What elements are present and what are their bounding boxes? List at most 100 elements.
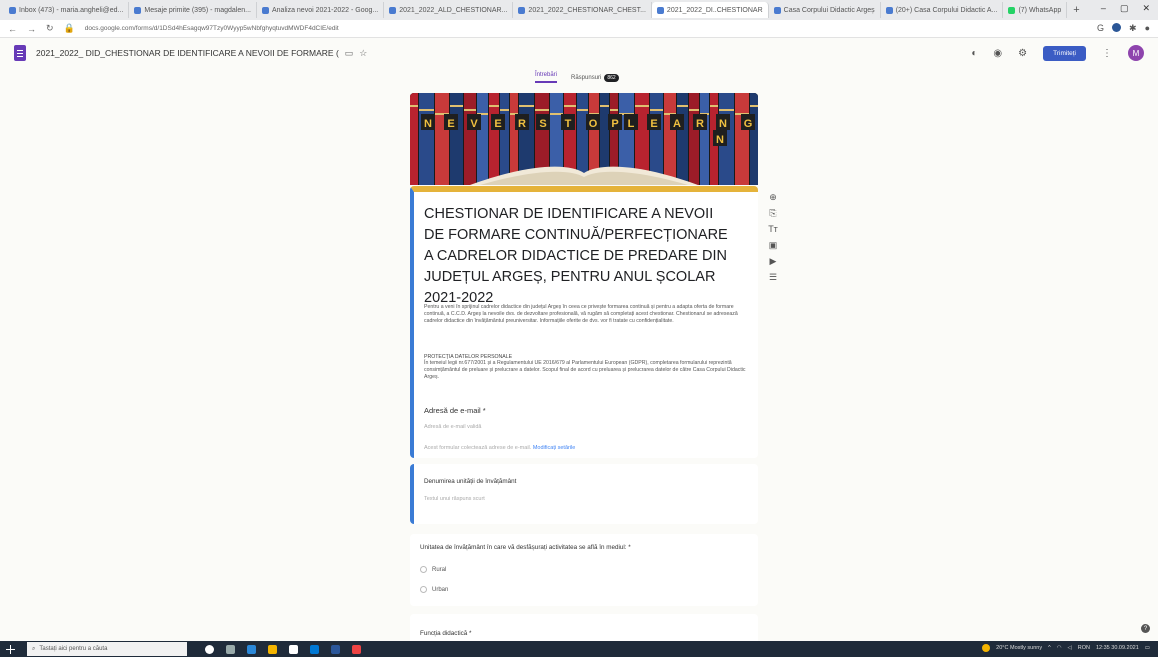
banner-book-band: [677, 105, 688, 107]
url-field[interactable]: docs.google.com/forms/d/1DSd4hEsagqw97Tz…: [85, 25, 1087, 32]
network-icon[interactable]: ◠: [1057, 645, 1062, 651]
preview-icon[interactable]: ◉: [993, 48, 1002, 59]
question-card[interactable]: Denumirea unității de învățământ Textul …: [410, 464, 758, 524]
banner-book-spine: [464, 93, 476, 185]
mail-app-icon[interactable]: [310, 644, 319, 654]
browser-tab[interactable]: 2021_2022_ALD_CHESTIONAR...: [384, 2, 514, 18]
browser-tab[interactable]: (20+) Casa Corpului Didactic A...: [881, 2, 1004, 18]
header-actions: ◐ ◉ ⚙ Trimiteți ⋮ M: [971, 45, 1144, 61]
banner-book-spine: [689, 93, 699, 185]
form-header-card[interactable]: CHESTIONAR DE IDENTIFICARE A NEVOII DE F…: [410, 186, 758, 458]
forms-logo-icon[interactable]: [14, 45, 26, 61]
lock-icon: 🔒: [63, 23, 75, 33]
help-icon[interactable]: ?: [1141, 624, 1150, 633]
site-icon: [773, 6, 781, 14]
banner-book-spine: [664, 93, 676, 185]
add-question-icon[interactable]: ⊕: [769, 192, 777, 202]
question-title[interactable]: Unitatea de învățământ în care vă desfăș…: [420, 544, 631, 551]
browser-tab[interactable]: Casa Corpului Didactic Argeș: [769, 2, 881, 18]
radio-button[interactable]: [420, 586, 427, 593]
reload-icon[interactable]: ↻: [46, 23, 54, 34]
cortana-icon[interactable]: [205, 644, 214, 654]
question-card[interactable]: Unitatea de învățământ în care vă desfăș…: [410, 534, 758, 606]
banner-book-band: [419, 109, 434, 111]
notifications-icon[interactable]: ▭: [1145, 645, 1150, 651]
banner-letter-tile: T: [561, 114, 575, 130]
google-icon[interactable]: G: [1097, 23, 1104, 34]
banner-book-band: [719, 109, 734, 111]
edge-icon[interactable]: [247, 644, 256, 654]
document-title[interactable]: 2021_2022_ DID_CHESTIONAR DE IDENTIFICAR…: [36, 48, 339, 58]
svg-text:E: E: [447, 118, 454, 130]
browser-tab[interactable]: 2021_2022_CHESTIONAR_CHEST...: [513, 2, 652, 18]
browser-tab[interactable]: Inbox (473) - maria.angheli@ed...: [4, 2, 130, 18]
folder-icon[interactable]: ▭: [345, 48, 354, 59]
browser-tab[interactable]: Analiza nevoi 2021-2022 - Goog...: [257, 2, 385, 18]
question-title[interactable]: Funcția didactică *: [420, 630, 471, 637]
banner-book-spine: [500, 93, 509, 185]
back-icon[interactable]: ←: [8, 24, 17, 34]
radio-option-urban[interactable]: Urban: [420, 586, 448, 593]
extension-icon[interactable]: [1112, 23, 1122, 32]
minimize-icon[interactable]: –: [1101, 3, 1106, 14]
banner-letter-tile: E: [647, 114, 661, 130]
tray-chevron-icon[interactable]: ^: [1048, 645, 1051, 651]
profile-icon[interactable]: ●: [1145, 23, 1150, 34]
banner-letter-tile: N: [716, 114, 730, 130]
short-answer-input[interactable]: Textul unui răspuns scurt: [424, 496, 485, 502]
weather-text[interactable]: 20°C Mostly sunny: [996, 645, 1042, 651]
close-icon[interactable]: ✕: [1142, 3, 1150, 14]
volume-icon[interactable]: ◁: [1068, 645, 1072, 651]
add-video-icon[interactable]: ▶: [770, 256, 777, 266]
browser-tab-active[interactable]: 2021_2022_DI..CHESTIONAR: [651, 2, 769, 18]
svg-text:P: P: [611, 118, 618, 130]
language-indicator[interactable]: RON: [1078, 645, 1090, 651]
banner-book-band: [610, 109, 618, 111]
banner-book-spine: [700, 93, 709, 185]
change-settings-link[interactable]: Modificați setările: [533, 445, 576, 451]
browser-tab[interactable]: (7) WhatsApp: [1003, 2, 1068, 18]
add-section-icon[interactable]: ☰: [769, 272, 777, 282]
email-input[interactable]: Adresă de e-mail validă: [424, 424, 481, 430]
puzzle-icon[interactable]: ✱: [1129, 23, 1137, 34]
windows-start-icon[interactable]: [6, 644, 15, 654]
svg-text:N: N: [424, 118, 432, 130]
banner-book-band: [750, 105, 758, 107]
clock[interactable]: 12:35 30.09.2021: [1096, 645, 1139, 651]
forms-icon: [389, 6, 397, 14]
weather-icon: [982, 644, 991, 652]
tab-responses[interactable]: Răspunsuri 862: [571, 73, 619, 82]
browser-tab[interactable]: Mesaje primite (395) - magdalen...: [129, 2, 257, 18]
word-icon[interactable]: [331, 644, 340, 654]
forward-icon[interactable]: →: [27, 24, 36, 34]
banner-book-spine: [419, 93, 434, 185]
banner-book-spine: [435, 93, 449, 185]
banner-book-band: [600, 105, 609, 107]
taskbar-search-input[interactable]: ⌕ Tastați aici pentru a căuta: [27, 642, 187, 656]
chrome-icon[interactable]: [352, 644, 361, 654]
star-icon[interactable]: ☆: [359, 48, 367, 59]
tab-questions[interactable]: Întrebări: [535, 72, 558, 83]
palette-icon[interactable]: ◐: [971, 48, 977, 59]
task-view-icon[interactable]: [226, 644, 235, 654]
avatar[interactable]: M: [1128, 45, 1144, 61]
form-description[interactable]: Pentru a veni în sprijinul cadrelor dida…: [424, 304, 749, 325]
send-button[interactable]: Trimiteți: [1043, 45, 1086, 61]
add-title-icon[interactable]: Tт: [768, 224, 778, 234]
radio-button[interactable]: [420, 566, 427, 573]
svg-text:R: R: [518, 118, 526, 130]
radio-option-rural[interactable]: Rural: [420, 566, 446, 573]
add-image-icon[interactable]: ▣: [769, 240, 778, 250]
store-icon[interactable]: [289, 644, 298, 654]
form-title[interactable]: CHESTIONAR DE IDENTIFICARE A NEVOII DE F…: [424, 204, 734, 309]
banner-book-band: [410, 105, 418, 107]
question-title[interactable]: Denumirea unității de învățământ: [424, 478, 516, 485]
file-explorer-icon[interactable]: [268, 644, 277, 654]
maximize-icon[interactable]: ▢: [1120, 3, 1129, 14]
settings-icon[interactable]: ⚙: [1018, 48, 1027, 59]
import-questions-icon[interactable]: ⎘: [769, 208, 776, 218]
mail-icon: [134, 6, 142, 14]
more-icon[interactable]: ⋮: [1102, 48, 1112, 59]
taskbar-apps: [205, 644, 361, 654]
new-tab-button[interactable]: +: [1067, 4, 1085, 16]
